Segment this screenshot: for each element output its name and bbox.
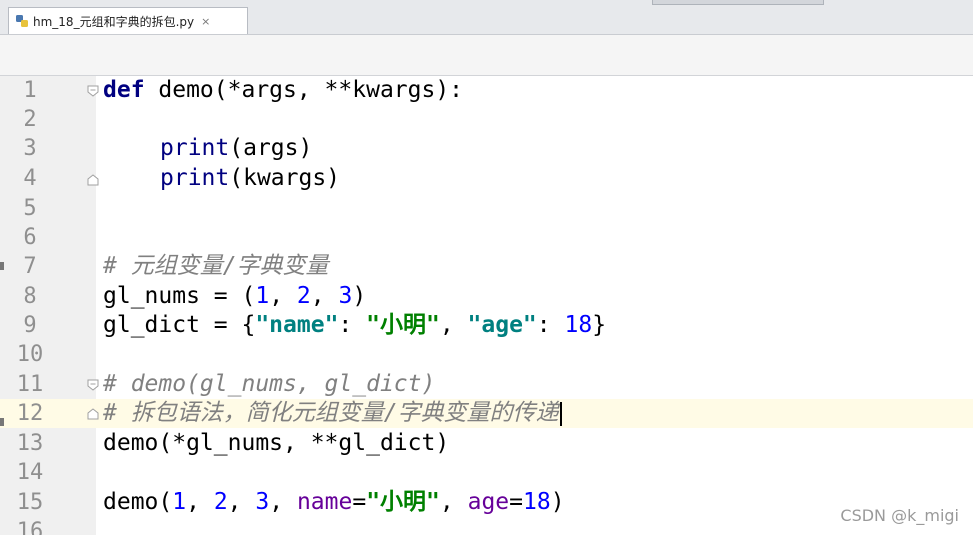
number-literal: 1 xyxy=(255,283,270,309)
ide-window: hm_18_元组和字典的拆包.py × 1 2 3 4 5 6 7 8 9 10… xyxy=(0,0,973,535)
number-literal: 18 xyxy=(564,312,593,338)
code-line-15[interactable]: demo(1, 2, 3, name="小明", age=18) xyxy=(103,488,565,517)
code-text: (args) xyxy=(229,135,313,161)
code-text: (kwargs) xyxy=(229,165,341,191)
line-number: 5 xyxy=(23,196,37,221)
tab-hm-18[interactable]: hm_18_元组和字典的拆包.py × xyxy=(8,7,248,34)
editor-header-strip xyxy=(0,35,973,76)
line-number: 16 xyxy=(16,519,44,535)
line-number: 6 xyxy=(23,225,37,250)
editor-tab-bar: hm_18_元组和字典的拆包.py × xyxy=(0,0,973,35)
code-text: , xyxy=(269,489,297,515)
close-icon[interactable]: × xyxy=(201,15,210,28)
code-text: } xyxy=(592,312,607,338)
code-text: gl_dict = { xyxy=(103,312,256,338)
line-number: 14 xyxy=(16,460,44,485)
code-text: , xyxy=(439,312,468,338)
code-line-11[interactable]: # demo(gl_nums, gl_dict) xyxy=(103,370,435,399)
code-text: : xyxy=(338,312,367,338)
number-literal: 2 xyxy=(296,283,311,309)
text-cursor xyxy=(559,401,562,426)
line-number: 3 xyxy=(23,136,37,161)
line-number: 15 xyxy=(16,490,44,515)
number-literal: 3 xyxy=(255,489,270,515)
python-file-icon xyxy=(15,14,29,28)
code-text: ) xyxy=(550,489,565,515)
code-line-9[interactable]: gl_dict = {"name": "小明", "age": 18} xyxy=(103,311,606,340)
code-line-4[interactable]: print(kwargs) xyxy=(160,164,340,193)
keyword-argument: name xyxy=(296,489,353,515)
code-text: , xyxy=(269,283,297,309)
code-text: , xyxy=(310,283,339,309)
window-control-fragment xyxy=(652,0,824,5)
code-line-12[interactable]: # 拆包语法，简化元组变量/字典变量的传递 xyxy=(103,399,562,428)
code-text: demo( xyxy=(103,489,173,515)
line-number: 9 xyxy=(23,313,37,338)
watermark: CSDN @k_migi xyxy=(840,506,959,525)
number-literal: 1 xyxy=(172,489,187,515)
code-text: , xyxy=(186,489,214,515)
builtin-print: print xyxy=(160,165,230,191)
line-number: 2 xyxy=(23,107,37,132)
builtin-print: print xyxy=(160,135,230,161)
keyword-def: def xyxy=(103,77,145,103)
comment-text: # 拆包语法，简化元组变量/字典变量的传递 xyxy=(103,400,559,426)
line-number: 13 xyxy=(16,431,44,456)
code-line-13[interactable]: demo(*gl_nums, **gl_dict) xyxy=(103,429,449,458)
code-text: demo(*args, **kwargs): xyxy=(144,77,464,103)
code-line-1[interactable]: def demo(*args, **kwargs): xyxy=(103,76,463,105)
fold-end-icon[interactable] xyxy=(86,172,100,186)
line-number: 12 xyxy=(16,401,44,426)
string-literal: "age" xyxy=(467,312,537,338)
keyword-argument: age xyxy=(467,489,510,515)
number-literal: 18 xyxy=(523,489,551,515)
line-number: 4 xyxy=(23,166,37,191)
line-number: 1 xyxy=(23,78,37,103)
line-number: 8 xyxy=(23,284,37,309)
string-literal: "小明" xyxy=(366,312,440,338)
string-literal: "name" xyxy=(255,312,339,338)
line-number: 7 xyxy=(23,254,37,279)
code-line-3[interactable]: print(args) xyxy=(160,134,312,163)
code-text: gl_nums = ( xyxy=(103,283,256,309)
string-literal: "小明" xyxy=(366,489,440,515)
line-number: 10 xyxy=(16,342,44,367)
code-text: ) xyxy=(352,283,367,309)
code-text: = xyxy=(352,489,367,515)
code-text: : xyxy=(536,312,565,338)
code-text: , xyxy=(439,489,468,515)
code-text: = xyxy=(509,489,523,515)
fold-open-icon[interactable] xyxy=(86,377,100,391)
line-number: 11 xyxy=(16,372,44,397)
code-text: , xyxy=(227,489,256,515)
number-literal: 3 xyxy=(338,283,353,309)
number-literal: 2 xyxy=(213,489,228,515)
code-line-8[interactable]: gl_nums = (1, 2, 3) xyxy=(103,282,366,311)
code-line-7[interactable]: # 元组变量/字典变量 xyxy=(103,252,329,281)
fold-open-icon[interactable] xyxy=(86,83,100,97)
tab-label: hm_18_元组和字典的拆包.py xyxy=(33,14,195,29)
fold-end-icon[interactable] xyxy=(86,406,100,420)
